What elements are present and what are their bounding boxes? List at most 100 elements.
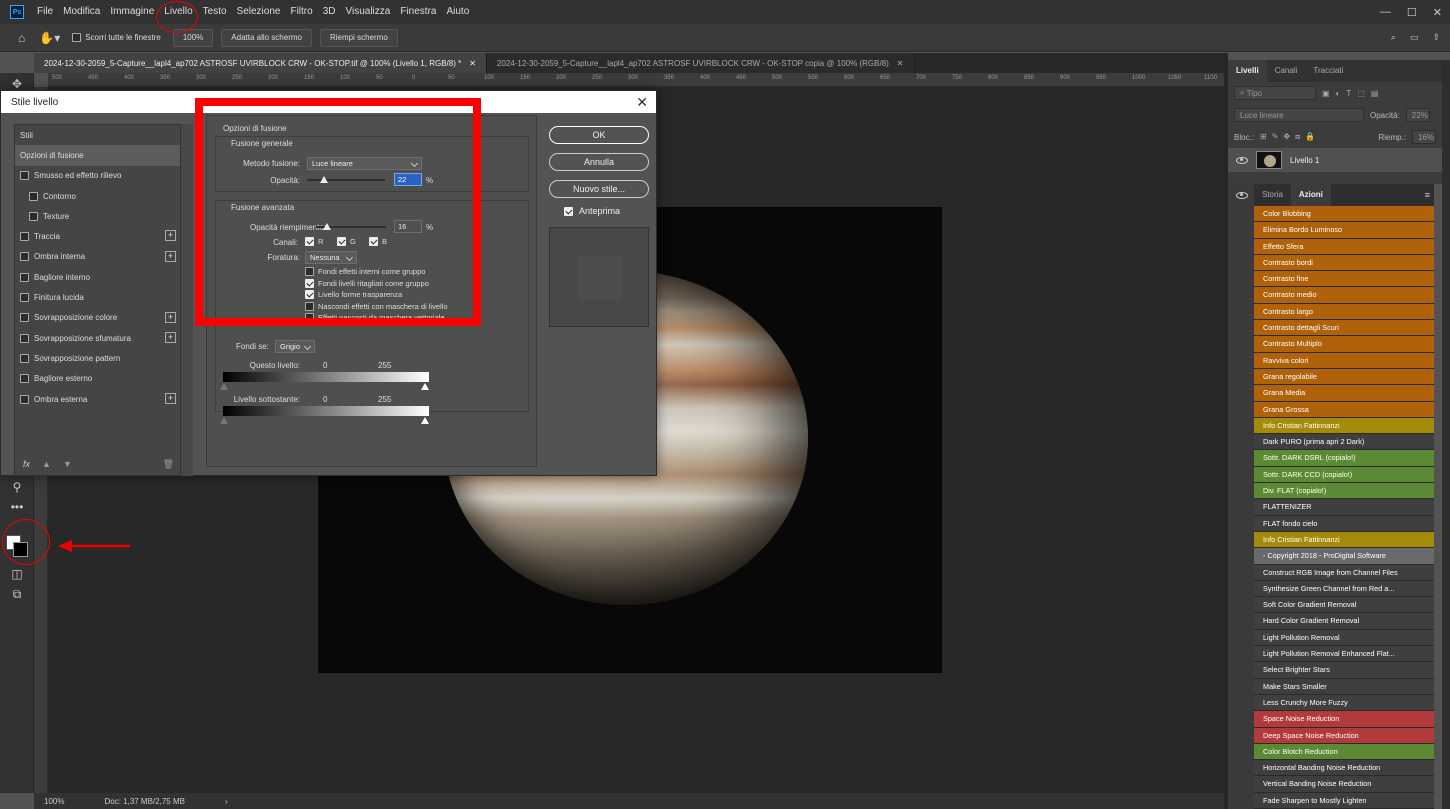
checkbox-icon[interactable] bbox=[29, 211, 38, 221]
action-item[interactable]: Div. FLAT (copialo!) bbox=[1254, 483, 1434, 500]
checkbox-icon[interactable] bbox=[20, 252, 29, 262]
action-item[interactable]: Contrasto medio bbox=[1254, 287, 1434, 304]
close-tab-icon[interactable]: ✕ bbox=[897, 59, 904, 68]
style-item-sovrapposizione-pattern[interactable]: Sovrapposizione pattern bbox=[15, 348, 180, 368]
status-arrow-icon[interactable]: › bbox=[225, 797, 228, 806]
action-item[interactable]: Info Cristian Fattinnanzi bbox=[1254, 417, 1434, 435]
style-item-texture[interactable]: Texture bbox=[15, 206, 180, 226]
style-item-contorno[interactable]: Contorno bbox=[15, 186, 180, 206]
close-tab-icon[interactable]: ✕ bbox=[469, 59, 476, 68]
quick-mask-icon[interactable]: ◫ bbox=[8, 565, 26, 583]
styles-scrollbar[interactable] bbox=[181, 124, 193, 476]
action-item[interactable]: Light Pollution Removal Enhanced Flat... bbox=[1254, 646, 1434, 663]
maximize-icon[interactable]: ☐ bbox=[1407, 6, 1417, 19]
action-item[interactable]: Vertical Banding Noise Reduction bbox=[1254, 776, 1434, 793]
action-item[interactable]: Sottr. DARK CCD (copialo!) bbox=[1254, 466, 1434, 484]
arrow-up-icon[interactable]: ▲ bbox=[42, 459, 51, 469]
style-item-smusso-ed-effetto-rilievo[interactable]: Smusso ed effetto rilievo bbox=[15, 166, 180, 186]
style-item-bagliore-interno[interactable]: Bagliore interno bbox=[15, 267, 180, 287]
scroll-all-windows-checkbox[interactable]: Scorri tutte le finestre bbox=[72, 33, 161, 42]
action-item[interactable]: Contrasto largo bbox=[1254, 303, 1434, 321]
minimize-icon[interactable]: — bbox=[1380, 6, 1391, 18]
action-item[interactable]: Select Brighter Stars bbox=[1254, 662, 1434, 679]
style-item-opzioni-di-fusione[interactable]: Opzioni di fusione bbox=[15, 145, 180, 166]
action-item[interactable]: Contrasto dettagli Scuri bbox=[1254, 320, 1434, 337]
action-item[interactable]: Grana Media bbox=[1254, 385, 1434, 402]
add-effect-icon[interactable]: + bbox=[165, 331, 176, 343]
layer-filter-input[interactable]: ⌕ Tipo bbox=[1234, 86, 1316, 100]
action-item[interactable]: Info Cristian Fattinnanzi bbox=[1254, 531, 1434, 549]
action-item[interactable]: Elimina Bordo Luminoso bbox=[1254, 222, 1434, 239]
action-item[interactable]: Grana Grossa bbox=[1254, 401, 1434, 418]
fx-icon[interactable]: fx bbox=[23, 459, 30, 469]
action-item[interactable]: Contrasto fine bbox=[1254, 271, 1434, 288]
cancel-button[interactable]: Annulla bbox=[549, 153, 649, 171]
action-item[interactable]: Hard Color Gradient Removal bbox=[1254, 613, 1434, 630]
add-effect-icon[interactable]: + bbox=[165, 230, 176, 242]
fit-screen-button[interactable]: Adatta allo schermo bbox=[221, 28, 312, 47]
filter-icons[interactable]: ▣◐T⬚▤ bbox=[1322, 89, 1384, 98]
panel-menu-icon[interactable]: ≡ bbox=[1425, 190, 1430, 200]
this-layer-white-slider[interactable] bbox=[421, 383, 429, 390]
hand-tool-icon[interactable]: ✋▾ bbox=[39, 31, 60, 45]
visibility-eye-icon[interactable] bbox=[1236, 156, 1248, 164]
home-icon[interactable]: ⌂ bbox=[18, 31, 25, 45]
checkbox-icon[interactable] bbox=[29, 191, 38, 201]
search-icon[interactable]: ⌕ bbox=[1391, 32, 1396, 43]
style-item-stili[interactable]: Stili bbox=[15, 125, 180, 145]
action-item[interactable]: Fade Sharpen to Mostly Lighten bbox=[1254, 792, 1434, 809]
style-item-finitura-lucida[interactable]: Finitura lucida bbox=[15, 287, 180, 307]
checkbox-icon[interactable] bbox=[20, 353, 29, 363]
action-item[interactable]: Horizontal Banding Noise Reduction bbox=[1254, 760, 1434, 777]
style-item-sovrapposizione-colore[interactable]: Sovrapposizione colore + bbox=[15, 308, 180, 328]
style-item-ombra-interna[interactable]: Ombra interna + bbox=[15, 247, 180, 267]
menu-testo[interactable]: Testo bbox=[198, 0, 232, 24]
action-item[interactable]: Effetto Sfera bbox=[1254, 238, 1434, 255]
action-item[interactable]: Synthesize Green Channel from Red a... bbox=[1254, 580, 1434, 598]
menu-immagine[interactable]: Immagine bbox=[105, 0, 159, 24]
arrow-down-icon[interactable]: ▼ bbox=[63, 459, 72, 469]
action-item[interactable]: Color Blotch Reduction bbox=[1254, 743, 1434, 761]
tab-azioni[interactable]: Azioni bbox=[1290, 184, 1331, 206]
fill-screen-button[interactable]: Riempi schermo bbox=[319, 28, 398, 47]
style-item-traccia[interactable]: Traccia + bbox=[15, 226, 180, 246]
menu-selezione[interactable]: Selezione bbox=[232, 0, 286, 24]
action-item[interactable]: FLAT fondo cielo bbox=[1254, 515, 1434, 532]
menu-modifica[interactable]: Modifica bbox=[58, 0, 105, 24]
add-effect-icon[interactable]: + bbox=[165, 250, 176, 262]
menu-aiuto[interactable]: Aiuto bbox=[441, 0, 474, 24]
checkbox-icon[interactable] bbox=[20, 293, 29, 303]
zoom-tool-icon[interactable]: ⚲ bbox=[8, 478, 26, 496]
action-item[interactable]: Make Stars Smaller bbox=[1254, 678, 1434, 695]
style-item-bagliore-esterno[interactable]: Bagliore esterno bbox=[15, 369, 180, 389]
action-item[interactable]: Sottr. DARK DSRL (copialo!) bbox=[1254, 450, 1434, 467]
action-item[interactable]: Contrasto bordi bbox=[1254, 254, 1434, 272]
action-item[interactable]: Space Noise Reduction bbox=[1254, 711, 1434, 728]
visibility-eye-icon[interactable] bbox=[1236, 192, 1248, 199]
menu-file[interactable]: File bbox=[32, 0, 58, 24]
document-tab[interactable]: 2024-12-30-2059_5-Capture__lapl4_ap702 A… bbox=[34, 53, 487, 73]
tab-livelli[interactable]: Livelli bbox=[1228, 60, 1267, 82]
layer-fill-input[interactable]: 16% bbox=[1412, 130, 1436, 144]
share-icon[interactable]: ⇪ bbox=[1432, 32, 1440, 43]
action-item[interactable]: Dark PURO (prima apri 2 Dark) bbox=[1254, 434, 1434, 451]
layer-opacity-input[interactable]: 22% bbox=[1405, 108, 1430, 122]
style-item-sovrapposizione-sfumatura[interactable]: Sovrapposizione sfumatura + bbox=[15, 328, 180, 348]
preview-checkbox[interactable]: Anteprima bbox=[564, 206, 620, 216]
checkbox-icon[interactable] bbox=[20, 272, 29, 282]
status-zoom[interactable]: 100% bbox=[44, 797, 64, 806]
more-tools-icon[interactable]: ••• bbox=[8, 498, 26, 516]
blend-if-select[interactable]: Grigio bbox=[275, 340, 315, 353]
layer-blend-mode-select[interactable]: Luce lineare bbox=[1234, 108, 1364, 122]
style-item-ombra-esterna[interactable]: Ombra esterna + bbox=[15, 389, 180, 409]
lock-icons[interactable]: ⊞✎✥⧈🔒 bbox=[1260, 132, 1320, 142]
menu-visualizza[interactable]: Visualizza bbox=[341, 0, 396, 24]
underlying-black-slider[interactable] bbox=[220, 417, 228, 424]
close-icon[interactable]: ✕ bbox=[636, 94, 648, 111]
action-item[interactable]: - Copyright 2018 - ProDigital Software bbox=[1254, 548, 1434, 565]
underlying-white-slider[interactable] bbox=[421, 417, 429, 424]
tab-canali[interactable]: Canali bbox=[1267, 60, 1306, 82]
trash-icon[interactable]: 🗑 bbox=[163, 459, 174, 470]
underlying-layer-gradient[interactable] bbox=[223, 406, 429, 416]
action-item[interactable]: Less Crunchy More Fuzzy bbox=[1254, 694, 1434, 712]
